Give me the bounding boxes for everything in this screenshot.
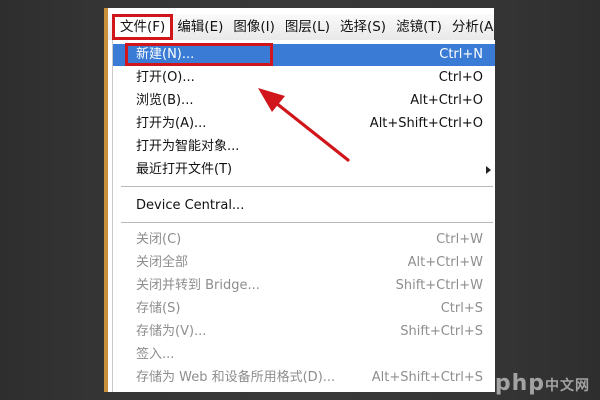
menu-item-save-as[interactable]: 存储为(V)... Shift+Ctrl+S	[113, 321, 495, 343]
menu-item-shortcut: Alt+Shift+Ctrl+S	[371, 370, 483, 385]
menu-item-label: 存储(S)	[136, 301, 181, 316]
menu-item-device-central[interactable]: Device Central...	[113, 195, 495, 217]
menu-edit[interactable]: 编辑(E)	[173, 16, 227, 38]
menu-item-shortcut: Alt+Ctrl+W	[407, 255, 483, 270]
menu-item-recent-files[interactable]: 最近打开文件(T)	[113, 159, 495, 181]
menu-item-shortcut: Ctrl+O	[438, 70, 483, 85]
menu-item-browse[interactable]: 浏览(B)... Alt+Ctrl+O	[113, 90, 495, 112]
triangle-right-icon	[486, 166, 491, 174]
menu-item-label: 存储为 Web 和设备所用格式(D)...	[136, 370, 336, 385]
menu-item-label: 新建(N)...	[136, 47, 195, 62]
menu-item-shortcut: Alt+Ctrl+O	[410, 93, 483, 108]
menu-item-open-as[interactable]: 打开为(A)... Alt+Shift+Ctrl+O	[113, 113, 495, 135]
menu-item-label: 打开(O)...	[136, 70, 195, 85]
menu-analysis[interactable]: 分析(A)	[448, 16, 494, 38]
menu-item-save-for-web[interactable]: 存储为 Web 和设备所用格式(D)... Alt+Shift+Ctrl+S	[113, 367, 495, 389]
menu-separator	[121, 186, 493, 188]
menu-item-shortcut: Alt+Shift+Ctrl+O	[369, 116, 483, 131]
menu-item-shortcut: Ctrl+W	[436, 232, 483, 247]
file-dropdown-menu: 新建(N)... Ctrl+N 打开(O)... Ctrl+O 浏览(B)...…	[112, 40, 495, 392]
menu-item-open-as-smart-object[interactable]: 打开为智能对象...	[113, 136, 495, 158]
menu-item-label: 关闭(C)	[136, 232, 182, 247]
menu-item-label: 签入...	[136, 347, 175, 362]
site-watermark: php中文网	[495, 371, 590, 396]
menu-item-shortcut: Shift+Ctrl+S	[400, 324, 483, 339]
menu-filter[interactable]: 滤镜(T)	[392, 16, 446, 38]
menu-layer[interactable]: 图层(L)	[281, 16, 334, 38]
menu-item-shortcut: Ctrl+N	[439, 47, 483, 62]
menu-item-close-and-go-to-bridge[interactable]: 关闭并转到 Bridge... Shift+Ctrl+W	[113, 275, 495, 297]
menu-item-label: 打开为智能对象...	[136, 139, 240, 154]
menu-item-label: 存储为(V)...	[136, 324, 207, 339]
menu-image[interactable]: 图像(I)	[229, 16, 279, 38]
menu-item-close-all[interactable]: 关闭全部 Alt+Ctrl+W	[113, 252, 495, 274]
menu-item-shortcut: Shift+Ctrl+W	[395, 278, 483, 293]
menu-item-label: 最近打开文件(T)	[136, 162, 233, 177]
menu-item-new[interactable]: 新建(N)... Ctrl+N	[113, 43, 495, 66]
watermark-text: php	[494, 371, 545, 396]
menu-bar: 文件(F) 编辑(E) 图像(I) 图层(L) 选择(S) 滤镜(T) 分析(A…	[108, 14, 494, 40]
menu-item-save[interactable]: 存储(S) Ctrl+S	[113, 298, 495, 320]
menu-item-label: 打开为(A)...	[136, 116, 207, 131]
watermark-suffix: 中文网	[545, 378, 590, 394]
menu-select[interactable]: 选择(S)	[336, 16, 390, 38]
menu-file[interactable]: 文件(F)	[111, 14, 174, 40]
menu-item-label: 关闭全部	[136, 255, 189, 270]
menu-item-label: 关闭并转到 Bridge...	[136, 278, 260, 293]
photoshop-window: 文件(F) 编辑(E) 图像(I) 图层(L) 选择(S) 滤镜(T) 分析(A…	[104, 8, 495, 392]
menu-item-shortcut: Ctrl+S	[440, 301, 483, 316]
menu-separator	[121, 222, 493, 224]
menu-item-check-in[interactable]: 签入...	[113, 344, 495, 366]
menu-item-label: 浏览(B)...	[136, 93, 194, 108]
menu-item-open[interactable]: 打开(O)... Ctrl+O	[113, 67, 495, 89]
menu-item-label: Device Central...	[136, 198, 245, 213]
menu-item-close[interactable]: 关闭(C) Ctrl+W	[113, 229, 495, 251]
